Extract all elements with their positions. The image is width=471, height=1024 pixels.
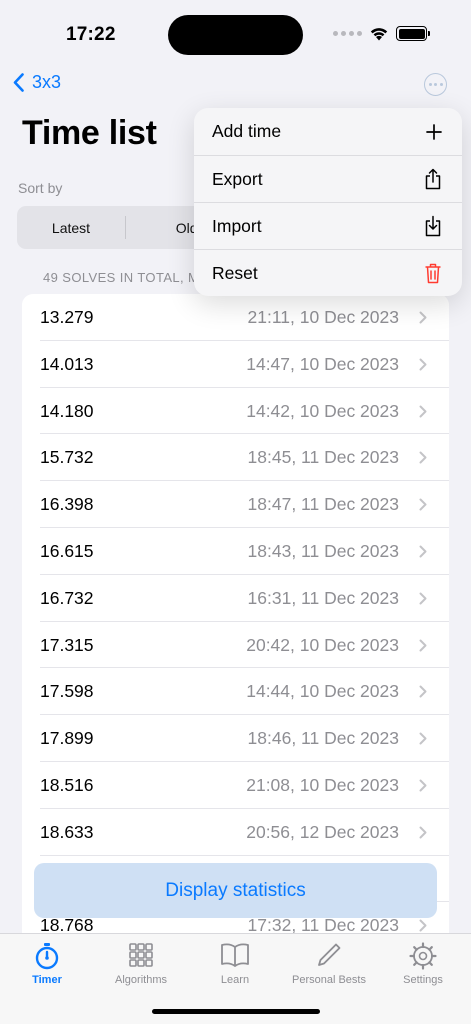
menu-item-label: Import <box>212 215 262 236</box>
chevron-right-icon <box>419 545 427 558</box>
solve-time: 16.732 <box>40 587 94 608</box>
menu-item-import[interactable]: Import <box>194 202 462 249</box>
gear-icon <box>409 942 437 970</box>
context-menu: Add time Export Import Reset <box>194 108 462 296</box>
tab-learn[interactable]: Learn <box>188 934 282 994</box>
solve-date: 21:08, 10 Dec 2023 <box>246 774 399 795</box>
wifi-icon <box>370 28 388 41</box>
chevron-right-icon <box>419 498 427 511</box>
signal-icon <box>333 31 362 36</box>
chevron-right-icon <box>419 639 427 652</box>
chevron-right-icon <box>419 451 427 464</box>
menu-item-label: Reset <box>212 262 258 283</box>
tab-timer[interactable]: Timer <box>0 934 94 994</box>
chevron-right-icon <box>419 732 427 745</box>
display-statistics-button[interactable]: Display statistics <box>34 863 437 918</box>
tab-label: Personal Bests <box>292 974 366 986</box>
solve-time: 13.279 <box>40 307 94 327</box>
solve-date: 16:31, 11 Dec 2023 <box>247 587 399 608</box>
tab-algorithms[interactable]: Algorithms <box>94 934 188 994</box>
back-label: 3x3 <box>32 72 62 92</box>
list-item[interactable]: 17.315 20:42, 10 Dec 2023 <box>22 622 449 669</box>
tab-label: Algorithms <box>115 974 167 986</box>
pencil-icon <box>318 943 341 966</box>
list-item[interactable]: 16.615 18:43, 11 Dec 2023 <box>22 528 449 575</box>
solve-time: 18.516 <box>40 774 94 795</box>
import-icon <box>425 215 441 237</box>
chevron-right-icon <box>419 358 427 371</box>
menu-item-label: Export <box>212 168 263 189</box>
sort-option-latest[interactable]: Latest <box>17 206 125 249</box>
tab-label: Learn <box>220 974 250 986</box>
solve-time: 15.732 <box>40 447 94 468</box>
list-item[interactable]: 18.516 21:08, 10 Dec 2023 <box>22 762 449 809</box>
trash-icon <box>425 263 441 284</box>
solve-time: 17.899 <box>40 728 94 749</box>
share-icon <box>425 168 441 190</box>
back-button[interactable]: 3x3 <box>13 72 61 93</box>
list-item[interactable]: 14.013 14:47, 10 Dec 2023 <box>22 341 449 388</box>
list-item[interactable]: 16.398 18:47, 11 Dec 2023 <box>22 481 449 528</box>
solve-date: 14:47, 10 Dec 2023 <box>246 353 399 374</box>
solve-date: 18:45, 11 Dec 2023 <box>247 447 399 468</box>
tab-personal-bests[interactable]: Personal Bests <box>282 934 376 994</box>
chevron-left-icon <box>13 73 24 92</box>
dynamic-island <box>168 15 303 55</box>
solve-date: 14:44, 10 Dec 2023 <box>246 681 399 702</box>
menu-item-reset[interactable]: Reset <box>194 249 462 296</box>
solve-time: 17.315 <box>40 634 94 655</box>
solve-time: 17.598 <box>40 681 94 702</box>
solve-time: 18.633 <box>40 821 94 842</box>
status-icons <box>333 26 430 41</box>
plus-icon <box>426 123 442 140</box>
solve-date: 20:42, 10 Dec 2023 <box>246 634 399 655</box>
more-options-button[interactable] <box>424 73 447 96</box>
stopwatch-icon <box>35 943 59 970</box>
chevron-right-icon <box>419 405 427 418</box>
chevron-right-icon <box>419 919 427 932</box>
solves-summary: 49 SOLVES IN TOTAL, M <box>43 270 200 285</box>
list-item[interactable]: 18.633 20:56, 12 Dec 2023 <box>22 809 449 856</box>
sort-label: Sort by <box>18 180 63 196</box>
tab-label: Timer <box>32 974 62 986</box>
solve-list: 13.279 21:11, 10 Dec 2023 14.013 14:47, 10… <box>22 294 449 944</box>
solve-time: 16.398 <box>40 494 94 515</box>
status-bar: 17:22 <box>0 0 471 64</box>
solve-date: 20:56, 12 Dec 2023 <box>246 821 399 842</box>
solve-date: 18:43, 11 Dec 2023 <box>247 540 399 561</box>
status-time: 17:22 <box>66 24 116 45</box>
grid-icon <box>129 943 153 967</box>
book-icon <box>221 943 249 967</box>
menu-item-label: Add time <box>212 121 282 141</box>
menu-item-export[interactable]: Export <box>194 155 462 202</box>
list-item[interactable]: 14.180 14:42, 10 Dec 2023 <box>22 388 449 435</box>
chevron-right-icon <box>419 592 427 605</box>
menu-item-add-time[interactable]: Add time <box>194 108 462 155</box>
list-item[interactable]: 17.598 14:44, 10 Dec 2023 <box>22 668 449 715</box>
solve-date: 14:42, 10 Dec 2023 <box>246 400 399 421</box>
chevron-right-icon <box>419 826 427 839</box>
solve-date: 21:11, 10 Dec 2023 <box>247 307 399 327</box>
solve-time: 16.615 <box>40 540 94 561</box>
solve-date: 18:46, 11 Dec 2023 <box>247 728 399 749</box>
solve-time: 14.180 <box>40 400 94 421</box>
chevron-right-icon <box>419 779 427 792</box>
solve-date: 18:47, 11 Dec 2023 <box>247 494 399 515</box>
battery-icon <box>396 26 430 41</box>
page-title: Time list <box>22 114 157 152</box>
chevron-right-icon <box>419 311 427 324</box>
list-item[interactable]: 16.732 16:31, 11 Dec 2023 <box>22 575 449 622</box>
tab-label: Settings <box>403 974 443 986</box>
list-item[interactable]: 15.732 18:45, 11 Dec 2023 <box>22 434 449 481</box>
list-item[interactable]: 13.279 21:11, 10 Dec 2023 <box>22 294 449 341</box>
tab-settings[interactable]: Settings <box>376 934 470 994</box>
segment-divider <box>125 216 126 239</box>
solve-time: 14.013 <box>40 353 94 374</box>
chevron-right-icon <box>419 685 427 698</box>
list-item[interactable]: 17.899 18:46, 11 Dec 2023 <box>22 715 449 762</box>
home-indicator <box>152 1009 320 1014</box>
